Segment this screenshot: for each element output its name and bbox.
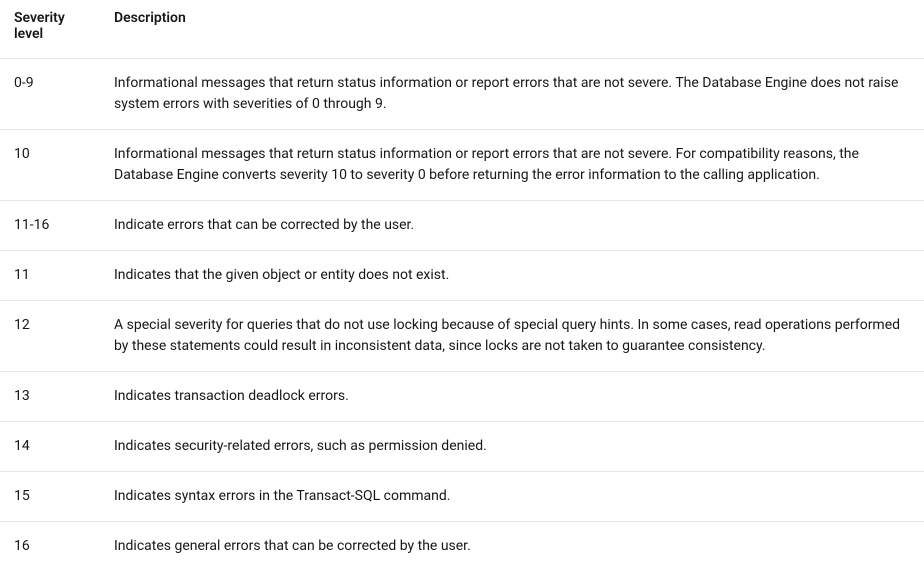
cell-description: Indicates transaction deadlock errors.: [100, 372, 924, 422]
table-row: 11 Indicates that the given object or en…: [0, 251, 924, 301]
cell-level: 16: [0, 522, 100, 571]
cell-level: 11: [0, 251, 100, 301]
severity-table: Severity level Description 0-9 Informati…: [0, 0, 924, 571]
table-row: 10 Informational messages that return st…: [0, 130, 924, 201]
cell-description: Indicates security-related errors, such …: [100, 422, 924, 472]
cell-description: Informational messages that return statu…: [100, 130, 924, 201]
cell-description: Indicates general errors that can be cor…: [100, 522, 924, 571]
table-row: 16 Indicates general errors that can be …: [0, 522, 924, 571]
header-description: Description: [100, 0, 924, 59]
cell-level: 15: [0, 472, 100, 522]
table-row: 12 A special severity for queries that d…: [0, 301, 924, 372]
cell-description: Indicates syntax errors in the Transact-…: [100, 472, 924, 522]
table-row: 14 Indicates security-related errors, su…: [0, 422, 924, 472]
header-severity-level: Severity level: [0, 0, 100, 59]
cell-level: 13: [0, 372, 100, 422]
cell-description: Informational messages that return statu…: [100, 59, 924, 130]
table-row: 13 Indicates transaction deadlock errors…: [0, 372, 924, 422]
table-row: 0-9 Informational messages that return s…: [0, 59, 924, 130]
cell-level: 14: [0, 422, 100, 472]
cell-description: Indicates that the given object or entit…: [100, 251, 924, 301]
cell-level: 11-16: [0, 201, 100, 251]
cell-description: A special severity for queries that do n…: [100, 301, 924, 372]
table-row: 15 Indicates syntax errors in the Transa…: [0, 472, 924, 522]
cell-level: 0-9: [0, 59, 100, 130]
table-row: 11-16 Indicate errors that can be correc…: [0, 201, 924, 251]
table-header-row: Severity level Description: [0, 0, 924, 59]
cell-description: Indicate errors that can be corrected by…: [100, 201, 924, 251]
cell-level: 12: [0, 301, 100, 372]
cell-level: 10: [0, 130, 100, 201]
